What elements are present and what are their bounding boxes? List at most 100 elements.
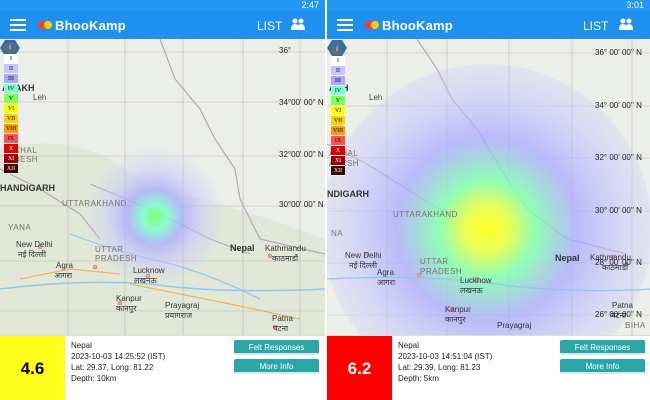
people-icon[interactable] [291, 18, 305, 30]
map-view[interactable]: ADAKH Leh ACHAL ADESH HANDIGARH UTTARAKH… [0, 39, 325, 335]
status-time: 3:01 [626, 0, 644, 10]
event-time: 2023-10-03 14:25:52 (IST) [71, 352, 166, 361]
label-agra: Agra [56, 261, 73, 270]
label-lucknow: Lucknow [460, 276, 492, 285]
event-latlong: Lat: 29.39, Long: 81.23 [398, 363, 481, 372]
legend-level-xii: XII [4, 164, 18, 174]
label-kathmandu-hi: काठमाडौं [272, 254, 299, 263]
coord-34: 34°00' 00'' N [279, 98, 324, 107]
map-canvas [327, 39, 650, 335]
more-info-button[interactable]: More Info [234, 359, 319, 374]
coord-26: 26° 00' 00'' N [595, 310, 642, 319]
app-title: BhooKamp [382, 17, 453, 33]
label-uttar: UTTAR [95, 245, 124, 254]
label-lucknow-hi: लखनऊ [134, 276, 157, 285]
info-icon[interactable]: i [331, 45, 343, 55]
intensity-legend: i I II III IV V VI VII VIII IX X XI XII [4, 43, 18, 174]
label-up-pradesh: PRADESH [420, 267, 463, 276]
status-bar: 3:01 [327, 0, 650, 11]
menu-icon[interactable] [337, 19, 353, 31]
magnitude-badge: 4.6 [0, 336, 65, 400]
label-bihar: BIHA [625, 321, 646, 330]
legend-level-xi: XI [331, 156, 345, 166]
label-uttar: UTTAR [420, 257, 449, 266]
coord-30: 30° 00' 00'' N [595, 206, 642, 215]
list-button[interactable]: LIST [583, 19, 608, 33]
label-new-delhi-hi: नई दिल्ली [18, 250, 47, 259]
event-details: Nepal 2023-10-03 14:25:52 (IST) Lat: 29.… [71, 340, 165, 384]
label-lucknow-hi: लखनऊ [460, 286, 483, 295]
legend-level-i: I [331, 56, 345, 66]
more-info-button[interactable]: More Info [560, 359, 645, 374]
app-bar: BhooKamp LIST [0, 11, 325, 39]
legend-level-vii: VII [331, 116, 345, 126]
legend-level-xi: XI [4, 154, 18, 164]
event-details: Nepal 2023-10-03 14:51:04 (IST) Lat: 29.… [398, 340, 492, 384]
event-latlong: Lat: 29.37, Long: 81.22 [71, 363, 154, 372]
legend-level-x: X [4, 144, 18, 154]
legend-level-x: X [331, 146, 345, 156]
coord-32: 32° 00' 00'' N [595, 153, 642, 162]
coord-30: 30°00' 00'' N [279, 200, 324, 209]
legend-level-iii: III [4, 74, 18, 84]
event-info-panel: 4.6 Nepal 2023-10-03 14:25:52 (IST) Lat:… [0, 335, 325, 400]
legend-level-iv: IV [331, 86, 345, 96]
label-prayagraj: Prayagraj [497, 321, 532, 330]
label-patna-hi: पटना [273, 324, 289, 333]
legend-items: I II III IV V VI VII VIII IX X XI XII [331, 56, 345, 176]
menu-icon[interactable] [10, 19, 26, 31]
label-leh: Leh [33, 93, 47, 102]
app-bar: BhooKamp LIST [327, 11, 650, 39]
coord-34: 34° 00' 00'' N [595, 101, 642, 110]
event-depth: Depth: 10km [71, 374, 117, 383]
event-info-panel: 6.2 Nepal 2023-10-03 14:51:04 (IST) Lat:… [327, 335, 650, 400]
legend-level-viii: VIII [4, 124, 18, 134]
legend-level-v: V [4, 94, 18, 104]
event-place: Nepal [71, 341, 92, 350]
intensity-legend: i I II III IV V VI VII VIII IX X XI XII [331, 45, 345, 176]
legend-level-iv: IV [4, 84, 18, 94]
map-view[interactable]: AKH Leh ACHAL ADESH NDIGARH UTTARAKHAND … [327, 39, 650, 335]
people-icon[interactable] [619, 18, 633, 30]
legend-level-vi: VI [331, 106, 345, 116]
magnitude-badge: 6.2 [327, 336, 392, 400]
status-bar: 2:47 [0, 0, 325, 11]
label-lucknow: Lucknow [133, 266, 165, 275]
label-new-delhi: New Delhi [345, 251, 382, 260]
legend-level-xii: XII [331, 166, 345, 176]
label-patna: Patna [612, 301, 633, 310]
label-kathmandu: Kathmandu [265, 244, 306, 253]
info-icon[interactable]: i [4, 43, 16, 53]
legend-level-ii: II [331, 66, 345, 76]
label-kanpur: Kanpur [116, 294, 142, 303]
legend-items: I II III IV V VI VII VIII IX X XI XII [4, 54, 18, 174]
legend-level-viii: VIII [331, 126, 345, 136]
coord-28: 28° 00' 00'' N [595, 258, 642, 267]
label-patna: Patna [272, 314, 293, 323]
felt-responses-button[interactable]: Felt Responses [560, 340, 645, 355]
legend-level-v: V [331, 96, 345, 106]
label-chandigarh: HANDIGARH [0, 183, 55, 193]
label-uttarakhand: UTTARAKHAND [393, 210, 458, 219]
app-screen-right: 3:01 BhooKamp LIST Leh NDIGARH UTTARAKHA… [325, 0, 650, 400]
label-up-pradesh: PRADESH [95, 254, 138, 263]
coord-36: 36° 00' 00'' N [595, 48, 642, 57]
label-haryana: NA [331, 229, 344, 238]
logo-mark-icon [38, 21, 52, 29]
label-prayagraj: Prayagraj [165, 301, 200, 310]
screens-container: 2:47 BhooKamp LIST ADAKH Leh ACHAL ADESH… [0, 0, 650, 400]
label-leh: Leh [369, 93, 383, 102]
label-uttarakhand: UTTARAKHAND [62, 199, 127, 208]
label-prayagraj-hi: प्रयागराज [165, 311, 193, 320]
event-time: 2023-10-03 14:51:04 (IST) [398, 352, 493, 361]
legend-level-vii: VII [4, 114, 18, 124]
label-nepal: Nepal [230, 243, 255, 253]
event-place: Nepal [398, 341, 419, 350]
logo-mark-icon [365, 21, 379, 29]
label-agra-hi: आगरा [377, 278, 396, 287]
legend-level-ix: IX [331, 136, 345, 146]
app-title: BhooKamp [55, 17, 126, 33]
list-button[interactable]: LIST [257, 19, 282, 33]
felt-responses-button[interactable]: Felt Responses [234, 340, 319, 355]
status-time: 2:47 [301, 0, 319, 10]
